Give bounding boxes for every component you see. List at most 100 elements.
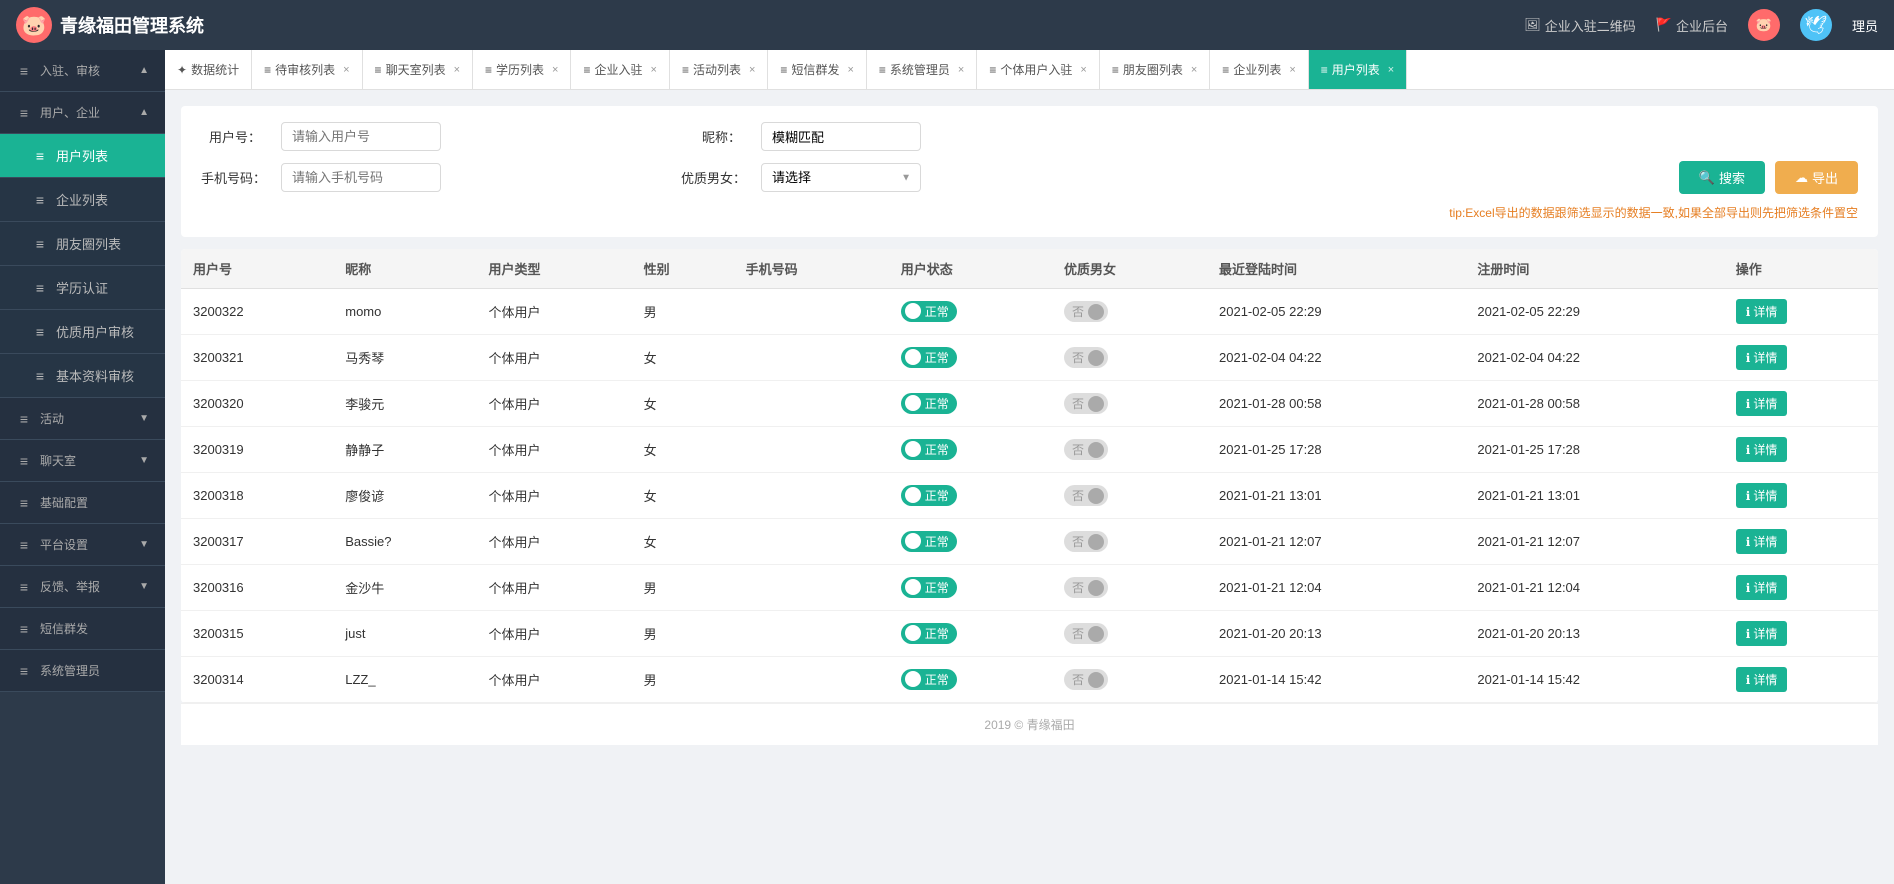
quality-toggle[interactable]: 否 — [1064, 531, 1108, 552]
sidebar-item-user-list[interactable]: ≡ 用户列表 — [0, 134, 165, 178]
tab-user-list[interactable]: ≡ 用户列表 × — [1309, 50, 1407, 90]
phone-input[interactable] — [281, 163, 441, 192]
tab-close-icon[interactable]: × — [1388, 64, 1394, 76]
sidebar-item-user-company[interactable]: ≡ 用户、企业 ▲ — [0, 92, 165, 134]
filter-row-1: 用户号： 昵称： — [201, 122, 1858, 151]
tab-icon: ≡ — [989, 63, 996, 77]
tab-close-icon[interactable]: × — [847, 64, 853, 76]
detail-button[interactable]: ℹ 详情 — [1736, 621, 1788, 646]
cell-status: 正常 — [889, 565, 1052, 611]
tab-data-stats[interactable]: ✦ 数据统计 — [165, 50, 252, 90]
tab-company-entry[interactable]: ≡ 企业入驻 × — [571, 50, 669, 90]
tab-label: 个体用户入驻 — [1000, 61, 1072, 78]
status-toggle[interactable]: 正常 — [901, 393, 957, 414]
detail-button[interactable]: ℹ 详情 — [1736, 391, 1788, 416]
quality-toggle[interactable]: 否 — [1064, 393, 1108, 414]
avatar[interactable]: 🐷 — [1748, 9, 1780, 41]
detail-button[interactable]: ℹ 详情 — [1736, 299, 1788, 324]
cell-status: 正常 — [889, 611, 1052, 657]
quality-toggle[interactable]: 否 — [1064, 485, 1108, 506]
cell-phone — [734, 381, 889, 427]
tab-close-icon[interactable]: × — [343, 64, 349, 76]
quality-toggle[interactable]: 否 — [1064, 439, 1108, 460]
tab-sms-send[interactable]: ≡ 短信群发 × — [768, 50, 866, 90]
sidebar-item-label: 基本资料审核 — [56, 366, 134, 385]
th-user-id: 用户号 — [181, 249, 333, 289]
tab-close-icon[interactable]: × — [1080, 64, 1086, 76]
flag-icon: 🚩 — [1656, 17, 1672, 33]
quality-toggle[interactable]: 否 — [1064, 577, 1108, 598]
detail-label: 详情 — [1753, 625, 1777, 642]
search-button[interactable]: 🔍 搜索 — [1679, 161, 1765, 194]
menu-icon: ≡ — [16, 453, 32, 469]
detail-button[interactable]: ℹ 详情 — [1736, 483, 1788, 508]
quality-toggle[interactable]: 否 — [1064, 669, 1108, 690]
quality-toggle[interactable]: 否 — [1064, 347, 1108, 368]
tab-enterprise-list[interactable]: ≡ 企业列表 × — [1210, 50, 1308, 90]
status-toggle[interactable]: 正常 — [901, 531, 957, 552]
arrow-icon: ▼ — [139, 413, 149, 424]
bird-icon: 🕊 — [1800, 9, 1832, 41]
quality-toggle[interactable]: 否 — [1064, 623, 1108, 644]
enterprise-backend-btn[interactable]: 🚩 企业后台 — [1656, 16, 1728, 35]
sidebar-item-sys-admin[interactable]: ≡ 系统管理员 — [0, 650, 165, 692]
cell-gender: 女 — [632, 335, 734, 381]
detail-button[interactable]: ℹ 详情 — [1736, 575, 1788, 600]
status-toggle[interactable]: 正常 — [901, 301, 957, 322]
sidebar-item-label: 系统管理员 — [40, 662, 100, 679]
tab-sys-manager[interactable]: ≡ 系统管理员 × — [867, 50, 977, 90]
detail-button[interactable]: ℹ 详情 — [1736, 667, 1788, 692]
cell-reg-time: 2021-01-28 00:58 — [1465, 381, 1723, 427]
sidebar-item-quality-audit[interactable]: ≡ 优质用户审核 — [0, 310, 165, 354]
quality-toggle[interactable]: 否 — [1064, 301, 1108, 322]
tab-icon: ≡ — [1112, 63, 1119, 77]
sidebar-item-entry-audit[interactable]: ≡ 入驻、审核 ▲ — [0, 50, 165, 92]
status-toggle[interactable]: 正常 — [901, 669, 957, 690]
detail-button[interactable]: ℹ 详情 — [1736, 437, 1788, 462]
tab-personal-entry[interactable]: ≡ 个体用户入驻 × — [977, 50, 1099, 90]
tab-close-icon[interactable]: × — [958, 64, 964, 76]
quality-select[interactable]: 请选择 是 否 — [761, 163, 921, 192]
tab-close-icon[interactable]: × — [1289, 64, 1295, 76]
detail-button[interactable]: ℹ 详情 — [1736, 529, 1788, 554]
cell-reg-time: 2021-02-04 04:22 — [1465, 335, 1723, 381]
tab-close-icon[interactable]: × — [552, 64, 558, 76]
detail-button[interactable]: ℹ 详情 — [1736, 345, 1788, 370]
nickname-input[interactable] — [761, 122, 921, 151]
th-last-login: 最近登陆时间 — [1207, 249, 1465, 289]
tab-edu-list[interactable]: ≡ 学历列表 × — [473, 50, 571, 90]
info-icon: ℹ — [1746, 535, 1751, 549]
tab-chat-room-list[interactable]: ≡ 聊天室列表 × — [363, 50, 473, 90]
sidebar-item-basic-audit[interactable]: ≡ 基本资料审核 — [0, 354, 165, 398]
status-toggle[interactable]: 正常 — [901, 485, 957, 506]
sidebar-item-sms-group[interactable]: ≡ 短信群发 — [0, 608, 165, 650]
sidebar-item-friend-circle[interactable]: ≡ 朋友圈列表 — [0, 222, 165, 266]
user-id-input[interactable] — [281, 122, 441, 151]
cell-gender: 女 — [632, 473, 734, 519]
tab-activity-list[interactable]: ≡ 活动列表 × — [670, 50, 768, 90]
tab-pending-audit[interactable]: ≡ 待审核列表 × — [252, 50, 362, 90]
cell-nickname: 马秀琴 — [333, 335, 476, 381]
status-toggle[interactable]: 正常 — [901, 623, 957, 644]
tab-close-icon[interactable]: × — [1191, 64, 1197, 76]
status-toggle[interactable]: 正常 — [901, 439, 957, 460]
status-toggle[interactable]: 正常 — [901, 577, 957, 598]
tab-close-icon[interactable]: × — [749, 64, 755, 76]
sidebar-item-feedback[interactable]: ≡ 反馈、举报 ▼ — [0, 566, 165, 608]
sidebar-item-platform-settings[interactable]: ≡ 平台设置 ▼ — [0, 524, 165, 566]
toggle-circle-icon — [1088, 396, 1104, 412]
sidebar-item-chatroom[interactable]: ≡ 聊天室 ▼ — [0, 440, 165, 482]
cell-user-type: 个体用户 — [477, 381, 632, 427]
qr-code-btn[interactable]: 🖼 企业入驻二维码 — [1524, 16, 1636, 35]
cell-quality: 否 — [1052, 289, 1207, 335]
tab-close-icon[interactable]: × — [651, 64, 657, 76]
tab-close-icon[interactable]: × — [454, 64, 460, 76]
cell-reg-time: 2021-01-21 13:01 — [1465, 473, 1723, 519]
sidebar-item-company-list[interactable]: ≡ 企业列表 — [0, 178, 165, 222]
status-toggle[interactable]: 正常 — [901, 347, 957, 368]
sidebar-item-activity[interactable]: ≡ 活动 ▼ — [0, 398, 165, 440]
sidebar-item-basic-config[interactable]: ≡ 基础配置 — [0, 482, 165, 524]
tab-moments-list[interactable]: ≡ 朋友圈列表 × — [1100, 50, 1210, 90]
sidebar-item-edu-verify[interactable]: ≡ 学历认证 — [0, 266, 165, 310]
export-button[interactable]: ☁ 导出 — [1775, 161, 1858, 194]
